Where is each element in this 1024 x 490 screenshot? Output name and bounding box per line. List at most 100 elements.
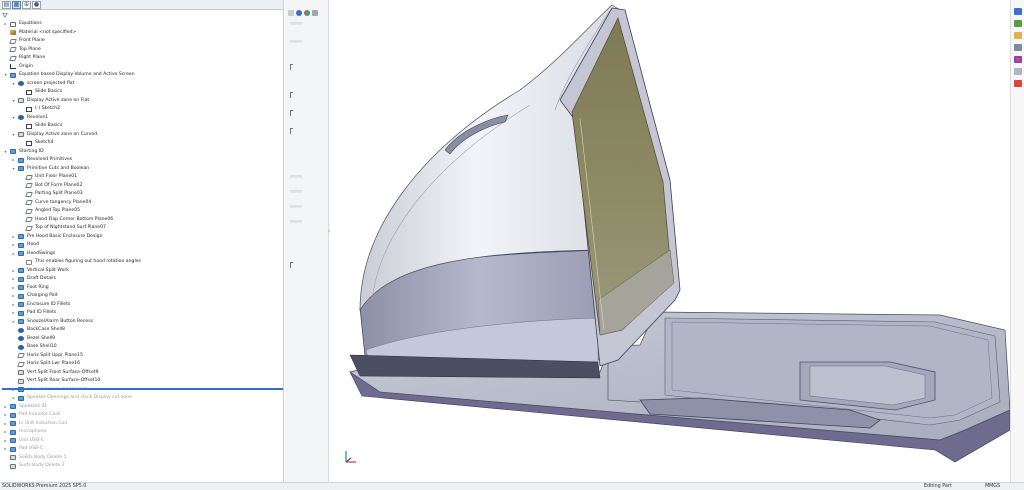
tree-item[interactable]: ▾ Primitive Cuts and Boolean: [0, 165, 282, 174]
collapse-arrow-icon[interactable]: ▾: [3, 71, 8, 80]
tree-item[interactable]: Solids Body Delete 1: [0, 454, 282, 463]
expand-arrow-icon[interactable]: ▸: [11, 284, 16, 293]
tree-item[interactable]: ▸ Enclosure ID Fillets: [0, 301, 282, 310]
expand-arrow-icon[interactable]: ▸: [11, 309, 16, 318]
expand-arrow-icon[interactable]: ▸: [11, 250, 16, 259]
tree-item[interactable]: ▸ Speaker Openings and clock Display cut …: [0, 394, 282, 403]
tree-item[interactable]: ▸ In Unit Induction Coil: [0, 420, 282, 429]
tree-item[interactable]: ▸ Hood: [0, 241, 282, 250]
smart-dimension-icon[interactable]: [288, 10, 294, 16]
tree-item[interactable]: Top of Nightstand Surf Plane07: [0, 224, 282, 233]
tree-item[interactable]: ▸ Pre Hood Basic Enclosure Design: [0, 233, 282, 242]
rollback-bar[interactable]: [2, 388, 283, 390]
expand-arrow-icon[interactable]: ▸: [3, 420, 8, 429]
tree-item[interactable]: ▸ Pad USB-C: [0, 445, 282, 454]
design-library-icon[interactable]: [1014, 20, 1022, 27]
appearance-icon[interactable]: ●: [32, 0, 41, 9]
expand-arrow-icon[interactable]: ▸: [11, 233, 16, 242]
expand-arrow-icon[interactable]: ▸: [3, 403, 8, 412]
tree-item[interactable]: Origin: [0, 63, 282, 72]
tree-item[interactable]: Front Plane: [0, 37, 282, 46]
configuration-manager-icon[interactable]: ⊕: [22, 0, 31, 9]
tree-item[interactable]: Vert Split Rear Surface-Offset10: [0, 377, 282, 386]
tree-item[interactable]: ▸ Unit USB-C: [0, 437, 282, 446]
tree-item[interactable]: ▸ Equations: [0, 20, 282, 29]
tree-item[interactable]: Slide Basics: [0, 122, 282, 131]
collapse-arrow-icon[interactable]: ▾: [11, 131, 16, 140]
expand-arrow-icon[interactable]: ▸: [3, 437, 8, 446]
expand-arrow-icon[interactable]: ▸: [11, 292, 16, 301]
tree-item[interactable]: ▸ Snooze/Alarm Button Recess: [0, 318, 282, 327]
tree-item[interactable]: ▸ Draft Details: [0, 275, 282, 284]
expand-arrow-icon[interactable]: ▸: [3, 411, 8, 420]
tree-item[interactable]: ▾ screen projected flat: [0, 80, 282, 89]
forum-icon[interactable]: [1014, 80, 1022, 87]
tree-item[interactable]: ▾ Display Active zone on Curved: [0, 131, 282, 140]
view-settings-icon[interactable]: [312, 10, 318, 16]
model-render[interactable]: [330, 0, 1010, 482]
expand-arrow-icon[interactable]: ▸: [3, 445, 8, 454]
tree-item[interactable]: Top Plane: [0, 46, 282, 55]
tree-item[interactable]: Unit Floor Plane01: [0, 173, 282, 182]
tree-item[interactable]: ▸ Pad ID Fillets: [0, 309, 282, 318]
expand-arrow-icon[interactable]: ▸: [11, 267, 16, 276]
tree-item[interactable]: ▸ Charging Pad: [0, 292, 282, 301]
tree-item[interactable]: Angled Top Plane05: [0, 207, 282, 216]
tree-item[interactable]: Material <not specified>: [0, 29, 282, 38]
tree-item[interactable]: ▸ Speakers ID: [0, 403, 282, 412]
collapse-arrow-icon[interactable]: ▾: [11, 114, 16, 123]
tree-item[interactable]: Bezel Shell9: [0, 335, 282, 344]
tree-item[interactable]: ▸ Vertical Split Work: [0, 267, 282, 276]
expand-arrow-icon[interactable]: ▸: [11, 394, 16, 403]
expand-arrow-icon[interactable]: ▸: [3, 428, 8, 437]
tree-item[interactable]: Base Shell10: [0, 343, 282, 352]
expand-arrow-icon[interactable]: ▸: [11, 156, 16, 165]
tree-item[interactable]: ▸ Foot Ring: [0, 284, 282, 293]
tree-item[interactable]: ▸ HoodSwings: [0, 250, 282, 259]
tree-item[interactable]: ▾ Display Active zone on Flat: [0, 97, 282, 106]
graphics-viewport[interactable]: [330, 0, 1010, 482]
solidworks-resources-icon[interactable]: [1014, 8, 1022, 15]
tree-item[interactable]: ▸ Revolved Primitives: [0, 156, 282, 165]
units-selector[interactable]: MMGS: [985, 483, 1000, 490]
tree-item[interactable]: Hood Flap Corner Bottom Plane06: [0, 216, 282, 225]
custom-properties-icon[interactable]: [1014, 68, 1022, 75]
tree-item[interactable]: Sketch4: [0, 139, 282, 148]
collapse-arrow-icon[interactable]: ▾: [11, 97, 16, 106]
scene-icon[interactable]: [304, 10, 310, 16]
display-style-icon[interactable]: [296, 10, 302, 16]
tree-item[interactable]: Right Plane: [0, 54, 282, 63]
tree-item[interactable]: ▸ new enclosure mood work: [0, 386, 282, 395]
expand-arrow-icon[interactable]: ▸: [11, 301, 16, 310]
expand-arrow-icon[interactable]: ▸: [3, 20, 8, 29]
expand-arrow-icon[interactable]: ▸: [11, 275, 16, 284]
tree-item[interactable]: This enables figuring out hood rotation …: [0, 258, 282, 267]
tree-item[interactable]: Slide Basics: [0, 88, 282, 97]
collapse-arrow-icon[interactable]: ▾: [11, 165, 16, 174]
tree-item[interactable]: ▾ Starting ID: [0, 148, 282, 157]
tree-item[interactable]: Vert Split Front Surface-Offset9: [0, 369, 282, 378]
tree-item[interactable]: Horiz Split Uppr Plane15: [0, 352, 282, 361]
tree-item[interactable]: ▸ Pad Inductor Coils: [0, 411, 282, 420]
view-palette-icon[interactable]: [1014, 44, 1022, 51]
tree-item[interactable]: ▸ microphone: [0, 428, 282, 437]
tree-item[interactable]: Surfs Body Delete 2: [0, 462, 282, 471]
tree-item[interactable]: BackCase Shell8: [0, 326, 282, 335]
feature-tree-icon[interactable]: ▤: [2, 0, 11, 9]
tree-item[interactable]: ▾ Equation based Display Volume and Activ…: [0, 71, 282, 80]
expand-arrow-icon[interactable]: ▸: [11, 386, 16, 395]
collapse-arrow-icon[interactable]: ▾: [11, 80, 16, 89]
tree-item[interactable]: Parting Split Plane03: [0, 190, 282, 199]
collapse-arrow-icon[interactable]: ▾: [3, 148, 8, 157]
expand-arrow-icon[interactable]: ▸: [11, 318, 16, 327]
property-manager-icon[interactable]: ▦: [12, 0, 21, 9]
tree-item[interactable]: Curve tangency Plane04: [0, 199, 282, 208]
tree-item[interactable]: ▾ Revolve1: [0, 114, 282, 123]
tree-item[interactable]: Bot Of Form Plane02: [0, 182, 282, 191]
tree-item[interactable]: Horiz Split Lwr Plane16: [0, 360, 282, 369]
file-explorer-icon[interactable]: [1014, 32, 1022, 39]
tree-item[interactable]: (-) Sketch2: [0, 105, 282, 114]
expand-arrow-icon[interactable]: ▸: [11, 241, 16, 250]
appearances-icon[interactable]: [1014, 56, 1022, 63]
filter-funnel-icon[interactable]: ⛛: [2, 12, 8, 20]
